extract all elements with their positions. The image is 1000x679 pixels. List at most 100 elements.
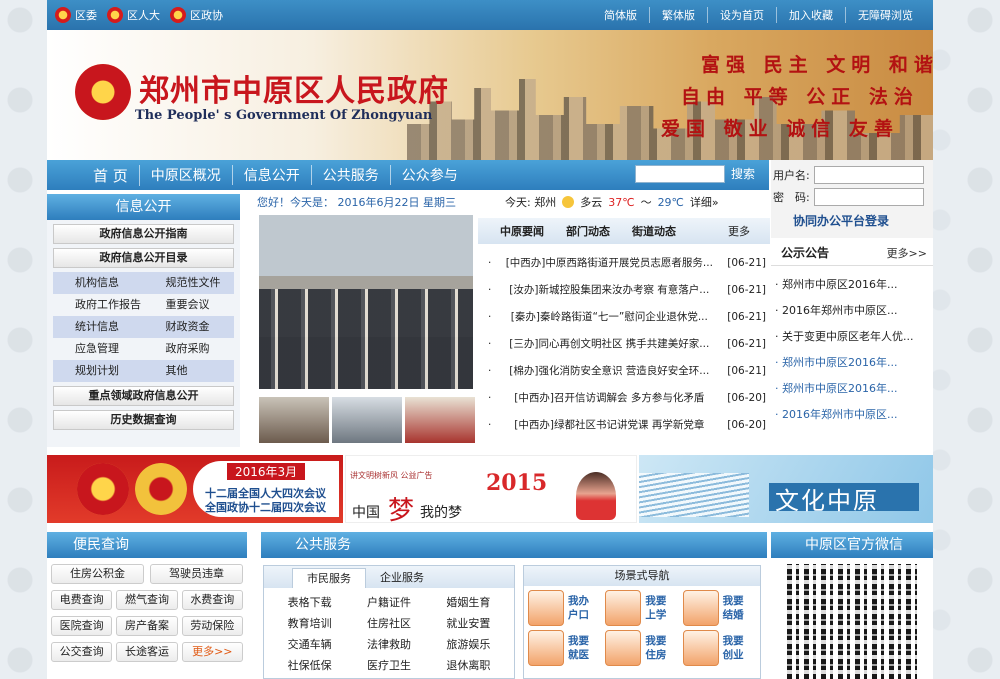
thumbnail[interactable] bbox=[259, 397, 329, 443]
list-item[interactable]: · 关于变更中原区老年人优... bbox=[775, 324, 929, 350]
tab-citizen-service[interactable]: 市民服务 bbox=[292, 568, 366, 588]
scene-item[interactable]: 我要住房 bbox=[605, 630, 678, 666]
info-link[interactable]: 政府工作报告 bbox=[53, 294, 144, 316]
nav-service[interactable]: 公共服务 bbox=[312, 165, 391, 185]
service-link[interactable]: 医疗卫生 bbox=[349, 655, 428, 676]
tab-street-news[interactable]: 街道动态 bbox=[632, 223, 676, 239]
list-item[interactable]: · 2016年郑州市中原区... bbox=[775, 298, 929, 324]
news-photo[interactable] bbox=[259, 215, 473, 389]
username-field[interactable] bbox=[813, 166, 924, 184]
info-link[interactable]: 机构信息 bbox=[53, 272, 144, 294]
quick-link[interactable]: 劳动保险 bbox=[181, 616, 243, 636]
service-link[interactable]: 户籍证件 bbox=[349, 592, 428, 613]
thumbnail[interactable] bbox=[332, 397, 402, 443]
scene-item[interactable]: 我要结婚 bbox=[682, 590, 756, 626]
thumbnail[interactable] bbox=[405, 397, 475, 443]
banner-line-2: 全国政协十二届四次会议 bbox=[205, 501, 326, 514]
list-item[interactable]: · [三办]同心再创文明社区 携手共建美好家... [06-21] bbox=[488, 331, 766, 358]
list-item[interactable]: · [中西办]中原西路街道开展党员志愿者服务... [06-21] bbox=[488, 250, 766, 277]
nav-participation[interactable]: 公众参与 bbox=[391, 165, 469, 185]
info-link[interactable]: 规范性文件 bbox=[143, 272, 234, 294]
house-icon bbox=[605, 630, 642, 666]
driver-violation-button[interactable]: 驾驶员违章 bbox=[150, 564, 243, 584]
nav-home[interactable]: 首 页 bbox=[47, 164, 140, 186]
key-area-info-button[interactable]: 重点领域政府信息公开 bbox=[53, 386, 234, 406]
service-link[interactable]: 住房社区 bbox=[349, 613, 428, 634]
info-link[interactable]: 应急管理 bbox=[53, 338, 144, 360]
list-item[interactable]: · 郑州市中原区2016年... bbox=[775, 376, 929, 402]
add-favorite-link[interactable]: 加入收藏 bbox=[776, 7, 845, 23]
set-homepage-link[interactable]: 设为首页 bbox=[707, 7, 776, 23]
info-catalog-button[interactable]: 政府信息公开目录 bbox=[53, 248, 234, 268]
nav-info[interactable]: 信息公开 bbox=[233, 165, 312, 185]
service-link[interactable]: 就业安置 bbox=[429, 613, 508, 634]
search-button[interactable]: 搜索 bbox=[731, 165, 755, 182]
service-link[interactable]: 交通车辆 bbox=[270, 634, 349, 655]
simplified-link[interactable]: 简体版 bbox=[592, 7, 649, 23]
list-item[interactable]: · 郑州市中原区2016年... bbox=[775, 350, 929, 376]
news-more-link[interactable]: 更多 bbox=[728, 223, 750, 239]
search-input[interactable] bbox=[635, 165, 725, 183]
list-item[interactable]: · [棉办]强化消防安全意识 营造良好安全环... [06-21] bbox=[488, 358, 766, 385]
list-item[interactable]: · [中西办]绿都社区书记讲党课 再学新党章 [06-20] bbox=[488, 412, 766, 439]
housing-fund-button[interactable]: 住房公积金 bbox=[51, 564, 144, 584]
link-district-congress[interactable]: 区人大 bbox=[107, 7, 160, 23]
quick-link[interactable]: 燃气查询 bbox=[116, 590, 178, 610]
password-field[interactable] bbox=[813, 188, 924, 206]
quick-link[interactable]: 长途客运 bbox=[116, 642, 178, 662]
accessibility-link[interactable]: 无障碍浏览 bbox=[845, 7, 925, 23]
scene-item[interactable]: 我办户口 bbox=[528, 590, 601, 626]
info-link[interactable]: 统计信息 bbox=[53, 316, 144, 338]
service-link[interactable]: 社保低保 bbox=[270, 655, 349, 676]
login-button[interactable]: 协同办公平台登录 bbox=[773, 212, 931, 229]
info-link[interactable]: 财政资金 bbox=[143, 316, 234, 338]
service-link[interactable]: 退休离职 bbox=[429, 655, 508, 676]
info-link[interactable]: 其他 bbox=[143, 360, 234, 382]
weather-cond: 多云 bbox=[580, 196, 603, 209]
announcements-more-link[interactable]: 更多>> bbox=[887, 245, 927, 261]
national-emblem-icon bbox=[75, 64, 131, 120]
banner-top-text: 讲文明树新风 公益广告 bbox=[350, 471, 433, 480]
info-link[interactable]: 政府采购 bbox=[144, 338, 235, 360]
service-link[interactable]: 婚姻生育 bbox=[429, 592, 508, 613]
list-item[interactable]: · [中西办]召开信访调解会 多方参与化矛盾 [06-20] bbox=[488, 385, 766, 412]
list-item[interactable]: · [秦办]秦岭路街道“七一”慰问企业退休党... [06-21] bbox=[488, 304, 766, 331]
page-container: 区委 区人大 区政协 简体版 繁体版 设为首页 加入收藏 无障碍浏览 郑州市中原… bbox=[47, 0, 933, 679]
scene-item[interactable]: 我要上学 bbox=[605, 590, 678, 626]
quick-link[interactable]: 电费查询 bbox=[51, 590, 113, 610]
banner-dream-char: 梦 bbox=[388, 496, 415, 526]
announcements-list: · 郑州市中原区2016年... · 2016年郑州市中原区... · 关于变更… bbox=[771, 266, 933, 434]
quick-link[interactable]: 医院查询 bbox=[51, 616, 113, 636]
list-item[interactable]: · 2016年郑州市中原区... bbox=[775, 402, 929, 428]
temp-sep: ～ bbox=[640, 196, 652, 209]
traditional-link[interactable]: 繁体版 bbox=[649, 7, 707, 23]
scene-title: 场景式导航 bbox=[524, 566, 760, 586]
quick-link[interactable]: 水费查询 bbox=[181, 590, 243, 610]
info-link[interactable]: 重要会议 bbox=[144, 294, 235, 316]
weather-detail-link[interactable]: 详细» bbox=[690, 194, 719, 210]
tab-enterprise-service[interactable]: 企业服务 bbox=[366, 568, 438, 588]
info-guide-button[interactable]: 政府信息公开指南 bbox=[53, 224, 234, 244]
tab-zhongyuan-news[interactable]: 中原要闻 bbox=[500, 223, 544, 239]
link-district-committee[interactable]: 区委 bbox=[55, 7, 97, 23]
two-sessions-banner[interactable]: 2016年3月 十二届全国人大四次会议 全国政协十二届四次会议 bbox=[47, 455, 343, 523]
scene-item[interactable]: 我要创业 bbox=[682, 630, 756, 666]
more-button[interactable]: 更多>> bbox=[181, 642, 243, 662]
scene-item[interactable]: 我要就医 bbox=[528, 630, 601, 666]
list-item[interactable]: · 郑州市中原区2016年... bbox=[775, 272, 929, 298]
chinese-dream-banner[interactable]: 讲文明树新风 公益广告 2015 中国 梦 我的梦 bbox=[345, 455, 637, 526]
tab-department-news[interactable]: 部门动态 bbox=[566, 223, 610, 239]
wechat-title: 中原区官方微信 bbox=[771, 532, 933, 558]
culture-zhongyuan-banner[interactable]: 文化中原 bbox=[639, 455, 933, 523]
list-item[interactable]: · [汝办]新城控股集团来汝办考察 有意落户... [06-21] bbox=[488, 277, 766, 304]
service-link[interactable]: 表格下载 bbox=[270, 592, 349, 613]
info-link[interactable]: 规划计划 bbox=[53, 360, 144, 382]
service-link[interactable]: 旅游娱乐 bbox=[429, 634, 508, 655]
link-district-cppcc[interactable]: 区政协 bbox=[170, 7, 223, 23]
history-data-button[interactable]: 历史数据查询 bbox=[53, 410, 234, 430]
quick-link[interactable]: 公交查询 bbox=[51, 642, 113, 662]
quick-link[interactable]: 房产备案 bbox=[116, 616, 178, 636]
service-link[interactable]: 法律救助 bbox=[349, 634, 428, 655]
service-link[interactable]: 教育培训 bbox=[270, 613, 349, 634]
nav-overview[interactable]: 中原区概况 bbox=[140, 165, 233, 185]
